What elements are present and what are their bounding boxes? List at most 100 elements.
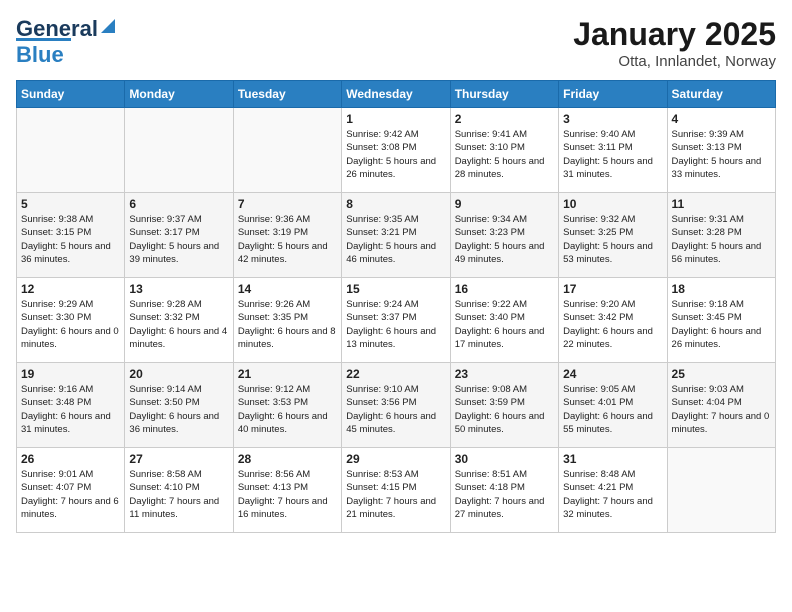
calendar-cell: 21Sunrise: 9:12 AM Sunset: 3:53 PM Dayli…	[233, 363, 341, 448]
day-info: Sunrise: 9:37 AM Sunset: 3:17 PM Dayligh…	[129, 213, 228, 266]
day-number: 28	[238, 452, 337, 466]
day-info: Sunrise: 9:24 AM Sunset: 3:37 PM Dayligh…	[346, 298, 445, 351]
weekday-header-saturday: Saturday	[667, 81, 775, 108]
day-info: Sunrise: 9:16 AM Sunset: 3:48 PM Dayligh…	[21, 383, 120, 436]
calendar-cell: 1Sunrise: 9:42 AM Sunset: 3:08 PM Daylig…	[342, 108, 450, 193]
day-info: Sunrise: 9:41 AM Sunset: 3:10 PM Dayligh…	[455, 128, 554, 181]
calendar-cell	[233, 108, 341, 193]
day-info: Sunrise: 9:32 AM Sunset: 3:25 PM Dayligh…	[563, 213, 662, 266]
day-number: 25	[672, 367, 771, 381]
day-info: Sunrise: 9:39 AM Sunset: 3:13 PM Dayligh…	[672, 128, 771, 181]
calendar-table: SundayMondayTuesdayWednesdayThursdayFrid…	[16, 80, 776, 533]
weekday-header-monday: Monday	[125, 81, 233, 108]
day-number: 24	[563, 367, 662, 381]
calendar-cell: 25 Sunrise: 9:03 AM Sunset: 4:04 PM Dayli…	[667, 363, 775, 448]
day-number: 18	[672, 282, 771, 296]
calendar-cell: 6 Sunrise: 9:37 AM Sunset: 3:17 PM Daylig…	[125, 193, 233, 278]
calendar-cell: 24 Sunrise: 9:05 AM Sunset: 4:01 PM Dayli…	[559, 363, 667, 448]
calendar-cell	[667, 448, 775, 533]
calendar-cell: 23 Sunrise: 9:08 AM Sunset: 3:59 PM Dayli…	[450, 363, 558, 448]
day-info: Sunrise: 9:31 AM Sunset: 3:28 PM Dayligh…	[672, 213, 771, 266]
day-info: Sunrise: 9:26 AM Sunset: 3:35 PM Dayligh…	[238, 298, 337, 351]
calendar-cell	[125, 108, 233, 193]
calendar-cell	[17, 108, 125, 193]
calendar-cell: 15 Sunrise: 9:24 AM Sunset: 3:37 PM Dayli…	[342, 278, 450, 363]
day-info: Sunrise: 9:22 AM Sunset: 3:40 PM Dayligh…	[455, 298, 554, 351]
day-info: Sunrise: 9:29 AM Sunset: 3:30 PM Dayligh…	[21, 298, 120, 351]
day-info: Sunrise: 9:28 AM Sunset: 3:32 PM Dayligh…	[129, 298, 228, 351]
day-number: 4	[672, 112, 771, 126]
calendar-cell: 28 Sunrise: 8:56 AM Sunset: 4:13 PM Dayli…	[233, 448, 341, 533]
day-number: 7	[238, 197, 337, 211]
calendar-cell: 22 Sunrise: 9:10 AM Sunset: 3:56 PM Dayli…	[342, 363, 450, 448]
day-number: 5	[21, 197, 120, 211]
calendar-title: January 2025	[573, 16, 776, 53]
day-number: 23	[455, 367, 554, 381]
calendar-cell: 14 Sunrise: 9:26 AM Sunset: 3:35 PM Dayli…	[233, 278, 341, 363]
calendar-week-row: 19Sunrise: 9:16 AM Sunset: 3:48 PM Dayli…	[17, 363, 776, 448]
day-number: 21	[238, 367, 337, 381]
day-info: Sunrise: 9:18 AM Sunset: 3:45 PM Dayligh…	[672, 298, 771, 351]
day-number: 12	[21, 282, 120, 296]
logo-arrow-icon	[99, 17, 117, 35]
day-info: Sunrise: 9:36 AM Sunset: 3:19 PM Dayligh…	[238, 213, 337, 266]
day-info: Sunrise: 9:01 AM Sunset: 4:07 PM Dayligh…	[21, 468, 120, 521]
day-info: Sunrise: 9:42 AM Sunset: 3:08 PM Dayligh…	[346, 128, 445, 181]
day-number: 10	[563, 197, 662, 211]
title-block: January 2025 Otta, Innlandet, Norway	[573, 16, 776, 70]
day-number: 16	[455, 282, 554, 296]
calendar-cell: 4 Sunrise: 9:39 AM Sunset: 3:13 PM Daylig…	[667, 108, 775, 193]
calendar-cell: 20Sunrise: 9:14 AM Sunset: 3:50 PM Dayli…	[125, 363, 233, 448]
logo: General Blue	[16, 16, 117, 68]
calendar-cell: 11 Sunrise: 9:31 AM Sunset: 3:28 PM Dayli…	[667, 193, 775, 278]
calendar-cell: 27Sunrise: 8:58 AM Sunset: 4:10 PM Dayli…	[125, 448, 233, 533]
calendar-week-row: 1Sunrise: 9:42 AM Sunset: 3:08 PM Daylig…	[17, 108, 776, 193]
calendar-cell: 17Sunrise: 9:20 AM Sunset: 3:42 PM Dayli…	[559, 278, 667, 363]
day-number: 26	[21, 452, 120, 466]
calendar-cell: 16 Sunrise: 9:22 AM Sunset: 3:40 PM Dayli…	[450, 278, 558, 363]
day-info: Sunrise: 9:05 AM Sunset: 4:01 PM Dayligh…	[563, 383, 662, 436]
day-info: Sunrise: 9:08 AM Sunset: 3:59 PM Dayligh…	[455, 383, 554, 436]
day-number: 3	[563, 112, 662, 126]
calendar-cell: 18 Sunrise: 9:18 AM Sunset: 3:45 PM Dayli…	[667, 278, 775, 363]
calendar-cell: 29 Sunrise: 8:53 AM Sunset: 4:15 PM Dayli…	[342, 448, 450, 533]
calendar-cell: 5 Sunrise: 9:38 AM Sunset: 3:15 PM Daylig…	[17, 193, 125, 278]
day-number: 17	[563, 282, 662, 296]
day-number: 9	[455, 197, 554, 211]
day-number: 6	[129, 197, 228, 211]
day-number: 11	[672, 197, 771, 211]
day-info: Sunrise: 9:34 AM Sunset: 3:23 PM Dayligh…	[455, 213, 554, 266]
day-number: 14	[238, 282, 337, 296]
day-info: Sunrise: 9:35 AM Sunset: 3:21 PM Dayligh…	[346, 213, 445, 266]
calendar-week-row: 5 Sunrise: 9:38 AM Sunset: 3:15 PM Daylig…	[17, 193, 776, 278]
day-number: 20	[129, 367, 228, 381]
calendar-week-row: 26 Sunrise: 9:01 AM Sunset: 4:07 PM Dayli…	[17, 448, 776, 533]
day-info: Sunrise: 8:51 AM Sunset: 4:18 PM Dayligh…	[455, 468, 554, 521]
calendar-cell: 12 Sunrise: 9:29 AM Sunset: 3:30 PM Dayli…	[17, 278, 125, 363]
page-header: General Blue January 2025 Otta, Innlande…	[16, 16, 776, 70]
calendar-cell: 10 Sunrise: 9:32 AM Sunset: 3:25 PM Dayli…	[559, 193, 667, 278]
weekday-header-thursday: Thursday	[450, 81, 558, 108]
calendar-cell: 3 Sunrise: 9:40 AM Sunset: 3:11 PM Daylig…	[559, 108, 667, 193]
day-info: Sunrise: 8:56 AM Sunset: 4:13 PM Dayligh…	[238, 468, 337, 521]
calendar-cell: 13 Sunrise: 9:28 AM Sunset: 3:32 PM Dayli…	[125, 278, 233, 363]
day-number: 22	[346, 367, 445, 381]
logo-blue: Blue	[16, 38, 71, 68]
day-number: 30	[455, 452, 554, 466]
day-info: Sunrise: 9:03 AM Sunset: 4:04 PM Dayligh…	[672, 383, 771, 436]
weekday-header-wednesday: Wednesday	[342, 81, 450, 108]
day-info: Sunrise: 8:53 AM Sunset: 4:15 PM Dayligh…	[346, 468, 445, 521]
calendar-cell: 31Sunrise: 8:48 AM Sunset: 4:21 PM Dayli…	[559, 448, 667, 533]
day-number: 15	[346, 282, 445, 296]
day-number: 31	[563, 452, 662, 466]
calendar-cell: 9 Sunrise: 9:34 AM Sunset: 3:23 PM Daylig…	[450, 193, 558, 278]
calendar-cell: 2Sunrise: 9:41 AM Sunset: 3:10 PM Daylig…	[450, 108, 558, 193]
calendar-cell: 26 Sunrise: 9:01 AM Sunset: 4:07 PM Dayli…	[17, 448, 125, 533]
day-number: 13	[129, 282, 228, 296]
day-info: Sunrise: 9:40 AM Sunset: 3:11 PM Dayligh…	[563, 128, 662, 181]
day-info: Sunrise: 9:38 AM Sunset: 3:15 PM Dayligh…	[21, 213, 120, 266]
day-info: Sunrise: 8:58 AM Sunset: 4:10 PM Dayligh…	[129, 468, 228, 521]
day-info: Sunrise: 9:10 AM Sunset: 3:56 PM Dayligh…	[346, 383, 445, 436]
calendar-week-row: 12 Sunrise: 9:29 AM Sunset: 3:30 PM Dayli…	[17, 278, 776, 363]
day-number: 29	[346, 452, 445, 466]
